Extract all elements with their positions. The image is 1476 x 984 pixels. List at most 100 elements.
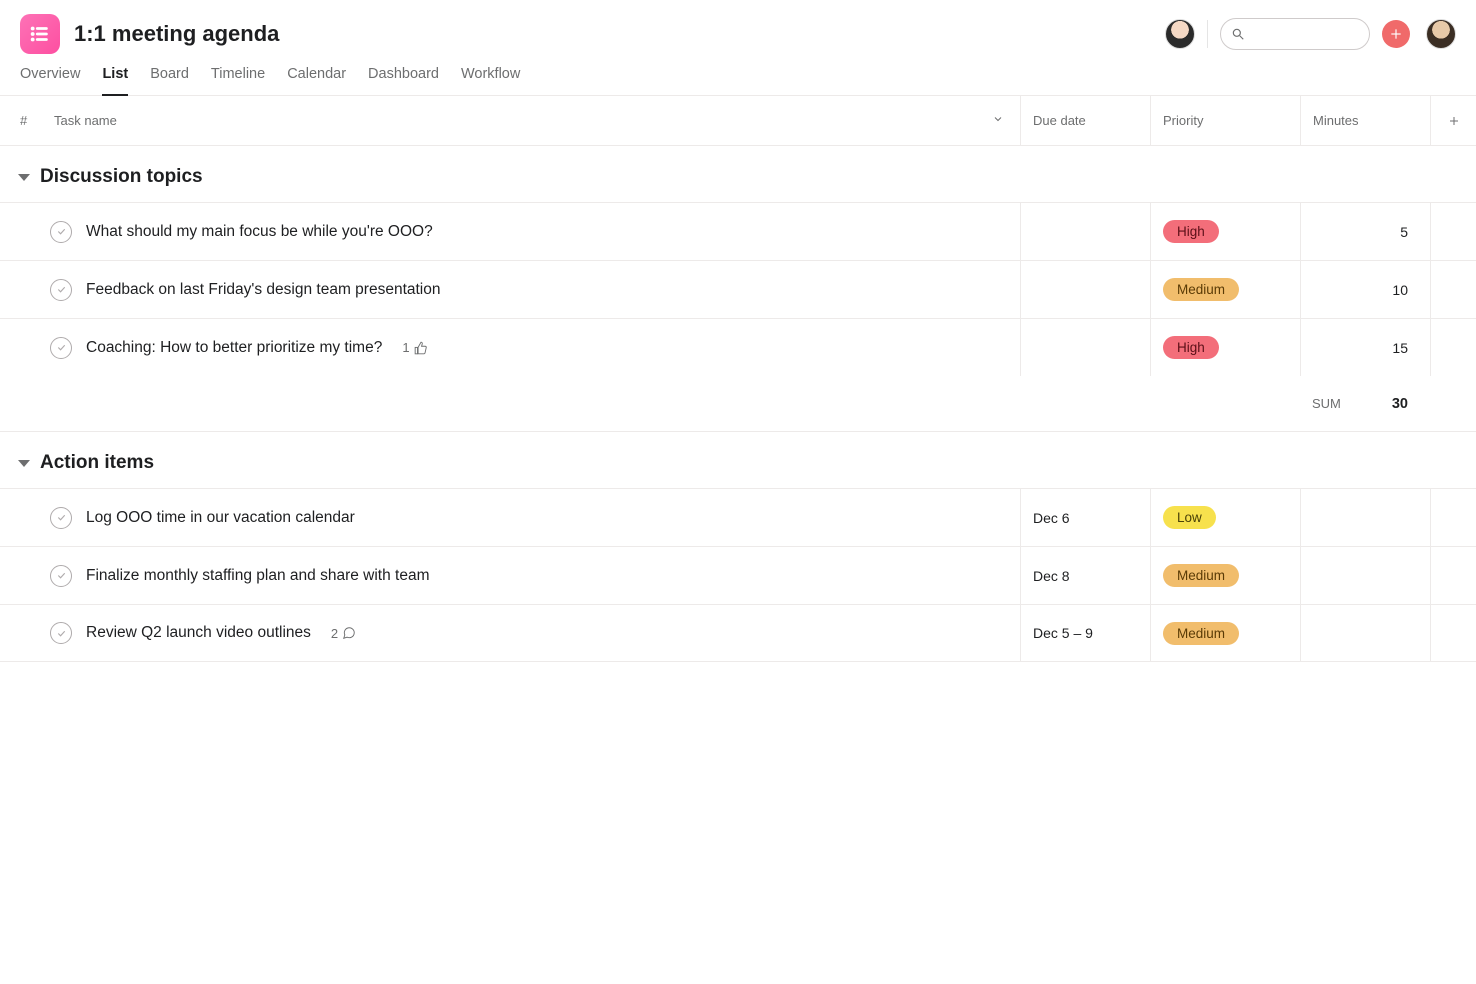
cell-end	[1430, 261, 1476, 318]
task-name[interactable]: Finalize monthly staffing plan and share…	[86, 567, 429, 585]
check-icon	[56, 512, 67, 523]
task-name[interactable]: Review Q2 launch video outlines	[86, 624, 311, 642]
cell-due-date[interactable]	[1020, 261, 1150, 318]
priority-pill: Low	[1163, 506, 1216, 529]
task-row[interactable]: Log OOO time in our vacation calendar Dec…	[0, 488, 1476, 546]
cell-priority[interactable]: Medium	[1150, 261, 1300, 318]
cell-end	[1430, 319, 1476, 376]
project-icon[interactable]	[20, 14, 60, 54]
task-row[interactable]: Finalize monthly staffing plan and share…	[0, 546, 1476, 604]
add-button[interactable]	[1382, 20, 1410, 48]
sum-row: SUM30	[0, 376, 1476, 432]
thumbs-up-icon	[414, 341, 428, 355]
cell-due-date[interactable]: Dec 6	[1020, 489, 1150, 546]
view-tabs: Overview List Board Timeline Calendar Dashboa…	[0, 54, 1476, 96]
project-title[interactable]: 1:1 meeting agenda	[74, 21, 279, 47]
task-main: Review Q2 launch video outlines 2	[20, 622, 1020, 644]
cell-minutes[interactable]: 15	[1300, 319, 1430, 376]
check-icon	[56, 284, 67, 295]
task-name[interactable]: Log OOO time in our vacation calendar	[86, 509, 355, 527]
task-main: Feedback on last Friday's design team pr…	[20, 279, 1020, 301]
priority-pill: Medium	[1163, 564, 1239, 587]
task-name[interactable]: Coaching: How to better prioritize my ti…	[86, 339, 382, 357]
task-row[interactable]: Coaching: How to better prioritize my ti…	[0, 318, 1476, 376]
cell-priority[interactable]: Low	[1150, 489, 1300, 546]
member-avatar-1[interactable]	[1165, 19, 1195, 49]
column-header-row: # Task name Due date Priority Minutes	[0, 96, 1476, 146]
search-input[interactable]	[1220, 18, 1370, 50]
column-due-date[interactable]: Due date	[1020, 96, 1150, 145]
complete-checkbox[interactable]	[50, 622, 72, 644]
column-priority[interactable]: Priority	[1150, 96, 1300, 145]
priority-pill: Medium	[1163, 622, 1239, 645]
tab-board[interactable]: Board	[150, 66, 189, 95]
task-name[interactable]: What should my main focus be while you'r…	[86, 223, 433, 241]
plus-icon	[1448, 115, 1460, 127]
task-row[interactable]: Feedback on last Friday's design team pr…	[0, 260, 1476, 318]
cell-minutes[interactable]: 5	[1300, 203, 1430, 260]
cell-end	[1430, 547, 1476, 604]
cell-end	[1430, 489, 1476, 546]
cell-priority[interactable]: Medium	[1150, 547, 1300, 604]
sum-cell[interactable]: SUM30	[1300, 396, 1430, 412]
cell-priority[interactable]: Medium	[1150, 605, 1300, 661]
tab-workflow[interactable]: Workflow	[461, 66, 520, 95]
task-main: What should my main focus be while you'r…	[20, 221, 1020, 243]
cell-priority[interactable]: High	[1150, 319, 1300, 376]
column-number[interactable]: #	[20, 113, 54, 128]
section-title: Action items	[40, 452, 154, 474]
complete-checkbox[interactable]	[50, 279, 72, 301]
priority-pill: High	[1163, 336, 1219, 359]
cell-end	[1430, 605, 1476, 661]
cell-minutes[interactable]	[1300, 605, 1430, 661]
column-task-name-label: Task name	[54, 113, 117, 128]
tab-dashboard[interactable]: Dashboard	[368, 66, 439, 95]
priority-pill: Medium	[1163, 278, 1239, 301]
check-icon	[56, 570, 67, 581]
task-main: Log OOO time in our vacation calendar	[20, 507, 1020, 529]
complete-checkbox[interactable]	[50, 565, 72, 587]
chevron-down-icon[interactable]	[992, 113, 1004, 128]
tab-timeline[interactable]: Timeline	[211, 66, 265, 95]
section-header[interactable]: Action items	[0, 432, 1476, 488]
column-task-name[interactable]: Task name	[54, 113, 1020, 128]
caret-down-icon	[18, 174, 30, 181]
tab-overview[interactable]: Overview	[20, 66, 80, 95]
search-icon	[1231, 27, 1245, 41]
app-header: 1:1 meeting agenda	[0, 0, 1476, 54]
cell-priority[interactable]: High	[1150, 203, 1300, 260]
complete-checkbox[interactable]	[50, 337, 72, 359]
list-icon	[29, 23, 51, 45]
check-icon	[56, 226, 67, 237]
cell-due-date[interactable]	[1020, 319, 1150, 376]
tab-list[interactable]: List	[102, 66, 128, 96]
caret-down-icon	[18, 460, 30, 467]
divider	[1207, 20, 1208, 48]
task-main: Finalize monthly staffing plan and share…	[20, 565, 1020, 587]
tab-calendar[interactable]: Calendar	[287, 66, 346, 95]
cell-due-date[interactable]	[1020, 203, 1150, 260]
sum-value: 30	[1392, 396, 1408, 412]
check-icon	[56, 342, 67, 353]
cell-minutes[interactable]: 10	[1300, 261, 1430, 318]
task-name[interactable]: Feedback on last Friday's design team pr…	[86, 281, 441, 299]
complete-checkbox[interactable]	[50, 221, 72, 243]
cell-due-date[interactable]: Dec 8	[1020, 547, 1150, 604]
comment-count[interactable]: 2	[331, 626, 356, 641]
section-header[interactable]: Discussion topics	[0, 146, 1476, 202]
cell-minutes[interactable]	[1300, 489, 1430, 546]
task-row[interactable]: Review Q2 launch video outlines 2 Dec 5 – …	[0, 604, 1476, 662]
add-column-button[interactable]	[1430, 96, 1476, 145]
plus-icon	[1389, 27, 1403, 41]
like-count[interactable]: 1	[402, 340, 427, 355]
comment-icon	[342, 626, 356, 640]
user-avatar[interactable]	[1426, 19, 1456, 49]
check-icon	[56, 628, 67, 639]
section-title: Discussion topics	[40, 166, 203, 188]
cell-minutes[interactable]	[1300, 547, 1430, 604]
task-main: Coaching: How to better prioritize my ti…	[20, 337, 1020, 359]
column-minutes[interactable]: Minutes	[1300, 96, 1430, 145]
cell-due-date[interactable]: Dec 5 – 9	[1020, 605, 1150, 661]
task-row[interactable]: What should my main focus be while you'r…	[0, 202, 1476, 260]
complete-checkbox[interactable]	[50, 507, 72, 529]
